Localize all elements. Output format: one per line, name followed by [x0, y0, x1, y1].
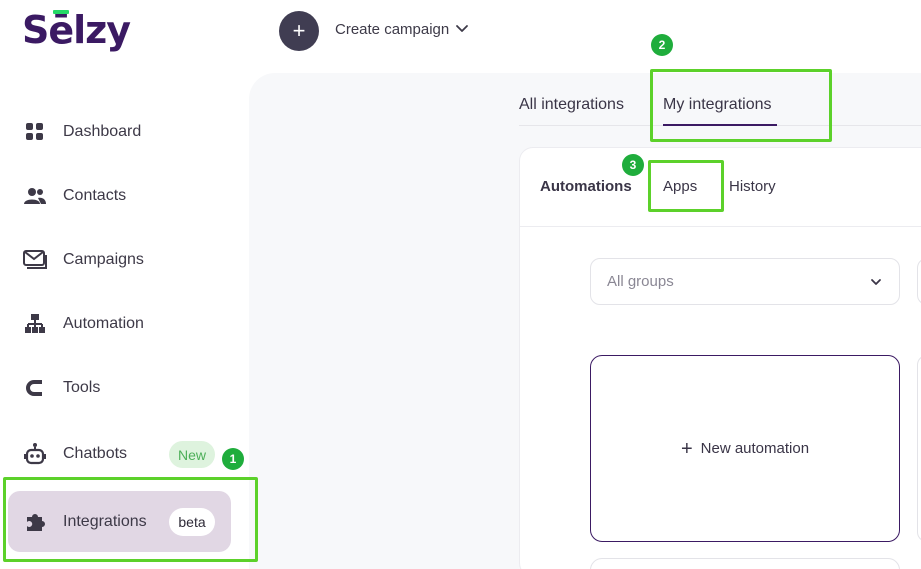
new-automation-card[interactable]: + New automation: [590, 355, 900, 542]
highlight-integrations: [3, 477, 258, 562]
sidebar-item-tools[interactable]: Tools: [0, 358, 250, 418]
plus-icon: +: [292, 18, 306, 43]
secondary-select[interactable]: [917, 258, 921, 305]
tab-automations[interactable]: Automations: [540, 178, 632, 195]
hierarchy-icon: [23, 312, 47, 336]
selzy-logo[interactable]: Sēlzy: [22, 8, 131, 52]
envelope-icon: [23, 248, 47, 272]
sidebar-item-dashboard[interactable]: Dashboard: [0, 102, 250, 162]
create-campaign-label[interactable]: Create campaign: [335, 21, 449, 38]
automation-card[interactable]: [590, 558, 900, 569]
new-automation-label: New automation: [700, 440, 810, 457]
chevron-down-icon: [871, 279, 881, 285]
step-marker-1: 1: [222, 448, 244, 470]
sidebar-item-label: Chatbots: [63, 445, 128, 462]
sidebar-item-campaigns[interactable]: Campaigns: [0, 230, 250, 290]
sidebar-item-label: Campaigns: [63, 251, 144, 268]
panel-divider: [520, 226, 921, 227]
grid-icon: [23, 120, 47, 144]
people-icon: [23, 184, 47, 208]
group-select[interactable]: All groups: [590, 258, 900, 305]
tab-history[interactable]: History: [729, 178, 776, 195]
magnet-icon: [23, 376, 47, 400]
logo-accent-bar: [53, 10, 69, 14]
sidebar-item-contacts[interactable]: Contacts: [0, 166, 250, 226]
sidebar-item-label: Tools: [63, 379, 101, 396]
highlight-apps: [648, 160, 724, 212]
sidebar-item-label: Dashboard: [63, 123, 142, 140]
plus-icon: +: [680, 437, 693, 460]
create-campaign-button[interactable]: +: [279, 11, 319, 51]
sidebar-item-label: Contacts: [63, 187, 127, 204]
logo-text: Sēlzy: [22, 8, 131, 52]
step-marker-3: 3: [622, 154, 644, 176]
highlight-my-integrations: [650, 69, 832, 142]
sidebar-item-automation[interactable]: Automation: [0, 294, 250, 354]
new-badge: New: [169, 441, 215, 468]
robot-icon: [23, 442, 47, 466]
group-select-value: All groups: [607, 273, 674, 290]
step-marker-2: 2: [651, 34, 673, 56]
automation-card[interactable]: [917, 355, 921, 542]
chevron-down-icon[interactable]: [455, 22, 469, 36]
tab-all-integrations[interactable]: All integrations: [519, 96, 624, 114]
sidebar-item-label: Automation: [63, 315, 144, 332]
